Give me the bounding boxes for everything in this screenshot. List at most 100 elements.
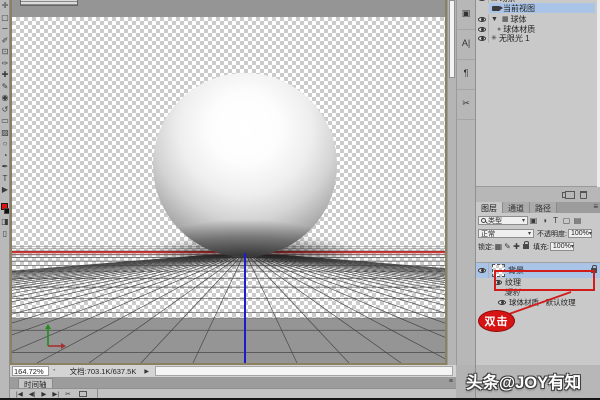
double-click-stamp: 双击 — [478, 310, 515, 332]
vertical-scrollbar-thumb[interactable] — [449, 0, 455, 78]
3d-panel-footer — [476, 188, 600, 202]
lock-all-icon[interactable] — [523, 244, 529, 249]
material-icon: ● — [497, 26, 501, 33]
prev-frame-button[interactable]: ◀| — [29, 390, 36, 398]
3d-panel: ▤ 场景 当前视图 ▼ ▦ 球体 ● 球体材质 ✳ 无限光 1 — [476, 0, 597, 187]
scissors-panel-icon[interactable]: ✂ — [457, 90, 475, 120]
watermark: 头条@JOY有知 — [466, 369, 581, 393]
layer-filter-icons: ▣◑T▢▤ — [528, 216, 583, 225]
canvas-horizontal-scrollbar[interactable] — [155, 366, 453, 376]
light-icon: ✳ — [491, 34, 497, 42]
dodge-tool-icon[interactable]: ◔ — [0, 150, 10, 162]
expander-triangle-icon[interactable]: ▼ — [491, 16, 498, 23]
blend-mode-value: 正常 — [481, 229, 495, 239]
clone-stamp-tool-icon[interactable]: ◉ — [0, 92, 10, 104]
canvas-vertical-scrollbar[interactable] — [447, 0, 456, 365]
timeline-panel: 时间轴 ≡ |◀ ◀| ▶ ▶| ✂ — [10, 378, 456, 398]
brush-tool-icon[interactable]: ✎ — [0, 81, 10, 93]
collapsed-panel-dock: ▣A|¶✂ — [456, 0, 475, 365]
history-brush-tool-icon[interactable]: ↺ — [0, 104, 10, 116]
3d-row-label: 当前视图 — [503, 3, 535, 14]
folder-icon: ▤ — [491, 0, 498, 2]
play-button[interactable]: ▶ — [41, 390, 46, 398]
blur-tool-icon[interactable]: ○ — [0, 138, 10, 150]
photoshop-window: ✛▢∽✐⊡✑✚✎◉↺▭▨○◔✒T▶ ◨▯ ▣A|¶✂ ▤ 场景 — [0, 0, 600, 400]
new-layer-icon[interactable] — [562, 192, 570, 198]
lock-transparency-icon[interactable]: ▦ — [494, 242, 503, 251]
zoom-level-field[interactable]: 164.72% — [12, 366, 49, 376]
quick-mask-button[interactable]: ◨ — [0, 216, 10, 228]
panel-menu-icon[interactable]: ≡ — [590, 202, 600, 213]
marquee-tool-icon[interactable]: ▢ — [0, 12, 10, 24]
lock-paint-icon[interactable]: ✎ — [503, 242, 512, 251]
divider — [97, 389, 98, 399]
opacity-field[interactable]: 100%▾ — [568, 229, 592, 238]
toolbox: ✛▢∽✐⊡✑✚✎◉↺▭▨○◔✒T▶ ◨▯ — [0, 0, 10, 398]
screen-mode-button[interactable]: ▯ — [0, 228, 10, 240]
first-frame-button[interactable]: |◀ — [16, 390, 23, 398]
lock-move-icon[interactable]: ✚ — [512, 242, 521, 251]
move-tool-icon[interactable]: ✛ — [0, 0, 10, 12]
tool-icons-bottom: ◨▯ — [0, 216, 10, 239]
timeline-controls: |◀ ◀| ▶ ▶| ✂ — [10, 388, 456, 398]
fill-label: 填充: — [533, 242, 549, 252]
crop-tool-icon[interactable]: ⊡ — [0, 46, 10, 58]
gradient-tool-icon[interactable]: ▨ — [0, 127, 10, 139]
visibility-eye-icon[interactable] — [498, 300, 506, 305]
eyedropper-tool-icon[interactable]: ✑ — [0, 58, 10, 70]
lock-label: 锁定: — [478, 242, 494, 252]
fill-field[interactable]: 100%▾ — [550, 242, 574, 251]
visibility-eye-icon[interactable] — [476, 33, 489, 43]
panel-dock: ▤ 场景 当前视图 ▼ ▦ 球体 ● 球体材质 ✳ 无限光 1 — [475, 0, 600, 398]
filter-adjustment-layers-icon[interactable]: ◑ — [539, 216, 550, 225]
filter-type-layers-icon[interactable]: T — [550, 216, 561, 225]
frame-icon[interactable] — [79, 391, 87, 397]
next-frame-button[interactable]: ▶| — [52, 390, 59, 398]
visibility-eye-icon[interactable] — [476, 14, 489, 24]
status-flyout-arrow-icon[interactable]: ▶ — [144, 368, 149, 375]
layers-panel-tabs: 图层 通道 路径 ≡ — [476, 202, 600, 213]
eraser-tool-icon[interactable]: ▭ — [0, 115, 10, 127]
tab-layers[interactable]: 图层 — [476, 202, 503, 213]
paragraph-panel-icon[interactable]: ¶ — [457, 60, 475, 90]
3d-row-sphere[interactable]: ▼ ▦ 球体 — [476, 14, 597, 24]
timeline-menu-icon[interactable]: ≡ — [449, 378, 453, 388]
healing-brush-tool-icon[interactable]: ✚ — [0, 69, 10, 81]
visibility-eye-icon[interactable] — [476, 0, 489, 3]
axis-widget — [38, 324, 66, 352]
clone-source-panel-icon[interactable]: ▣ — [457, 0, 475, 30]
texture-name: 球体材质 - 默认纹理 — [509, 297, 576, 308]
tab-timeline[interactable]: 时间轴 — [18, 378, 53, 388]
camera-icon — [492, 6, 500, 11]
layer-row-sphere-material-texture[interactable]: 球体材质 - 默认纹理 — [476, 297, 600, 307]
path-select-tool-icon[interactable]: ▶ — [0, 184, 10, 196]
quick-select-tool-icon[interactable]: ✐ — [0, 35, 10, 47]
filter-shape-layers-icon[interactable]: ▢ — [561, 216, 572, 225]
3d-row-label: 无限光 1 — [499, 33, 530, 44]
filter-type-label: 类型 — [488, 216, 502, 226]
3d-row-current-view[interactable]: 当前视图 — [489, 3, 595, 13]
z-axis-line — [244, 253, 246, 363]
scissors-icon[interactable]: ✂ — [65, 390, 70, 398]
opacity-label: 不透明度: — [537, 229, 567, 239]
timeline-tabrow: 时间轴 ≡ — [10, 378, 456, 388]
mesh-icon: ▦ — [502, 15, 509, 23]
filter-smart-objects-icon[interactable]: ▤ — [572, 216, 583, 225]
tab-channels[interactable]: 通道 — [503, 202, 530, 213]
lasso-tool-icon[interactable]: ∽ — [0, 23, 10, 35]
tool-icons-column: ✛▢∽✐⊡✑✚✎◉↺▭▨○◔✒T▶ — [0, 0, 9, 196]
visibility-eye-icon[interactable] — [476, 263, 489, 278]
layer-filter-dropdown[interactable]: 类型 ▾ — [478, 216, 528, 225]
pen-tool-icon[interactable]: ✒ — [0, 161, 10, 173]
trash-icon[interactable] — [580, 191, 587, 199]
tab-paths[interactable]: 路径 — [530, 202, 557, 213]
status-bar: 164.72% ◔ 文档:703.1K/637.5K ▶ — [10, 365, 456, 378]
3d-row-infinite-light[interactable]: ✳ 无限光 1 — [476, 33, 597, 43]
sphere-3d-object[interactable] — [153, 73, 337, 257]
filter-pixel-layers-icon[interactable]: ▣ — [528, 216, 539, 225]
character-panel-icon[interactable]: A| — [457, 30, 475, 60]
type-tool-icon[interactable]: T — [0, 173, 10, 185]
blend-mode-dropdown[interactable]: 正常 ▾ — [478, 229, 534, 238]
annotation-red-box — [494, 270, 595, 291]
document-canvas[interactable] — [10, 0, 447, 365]
